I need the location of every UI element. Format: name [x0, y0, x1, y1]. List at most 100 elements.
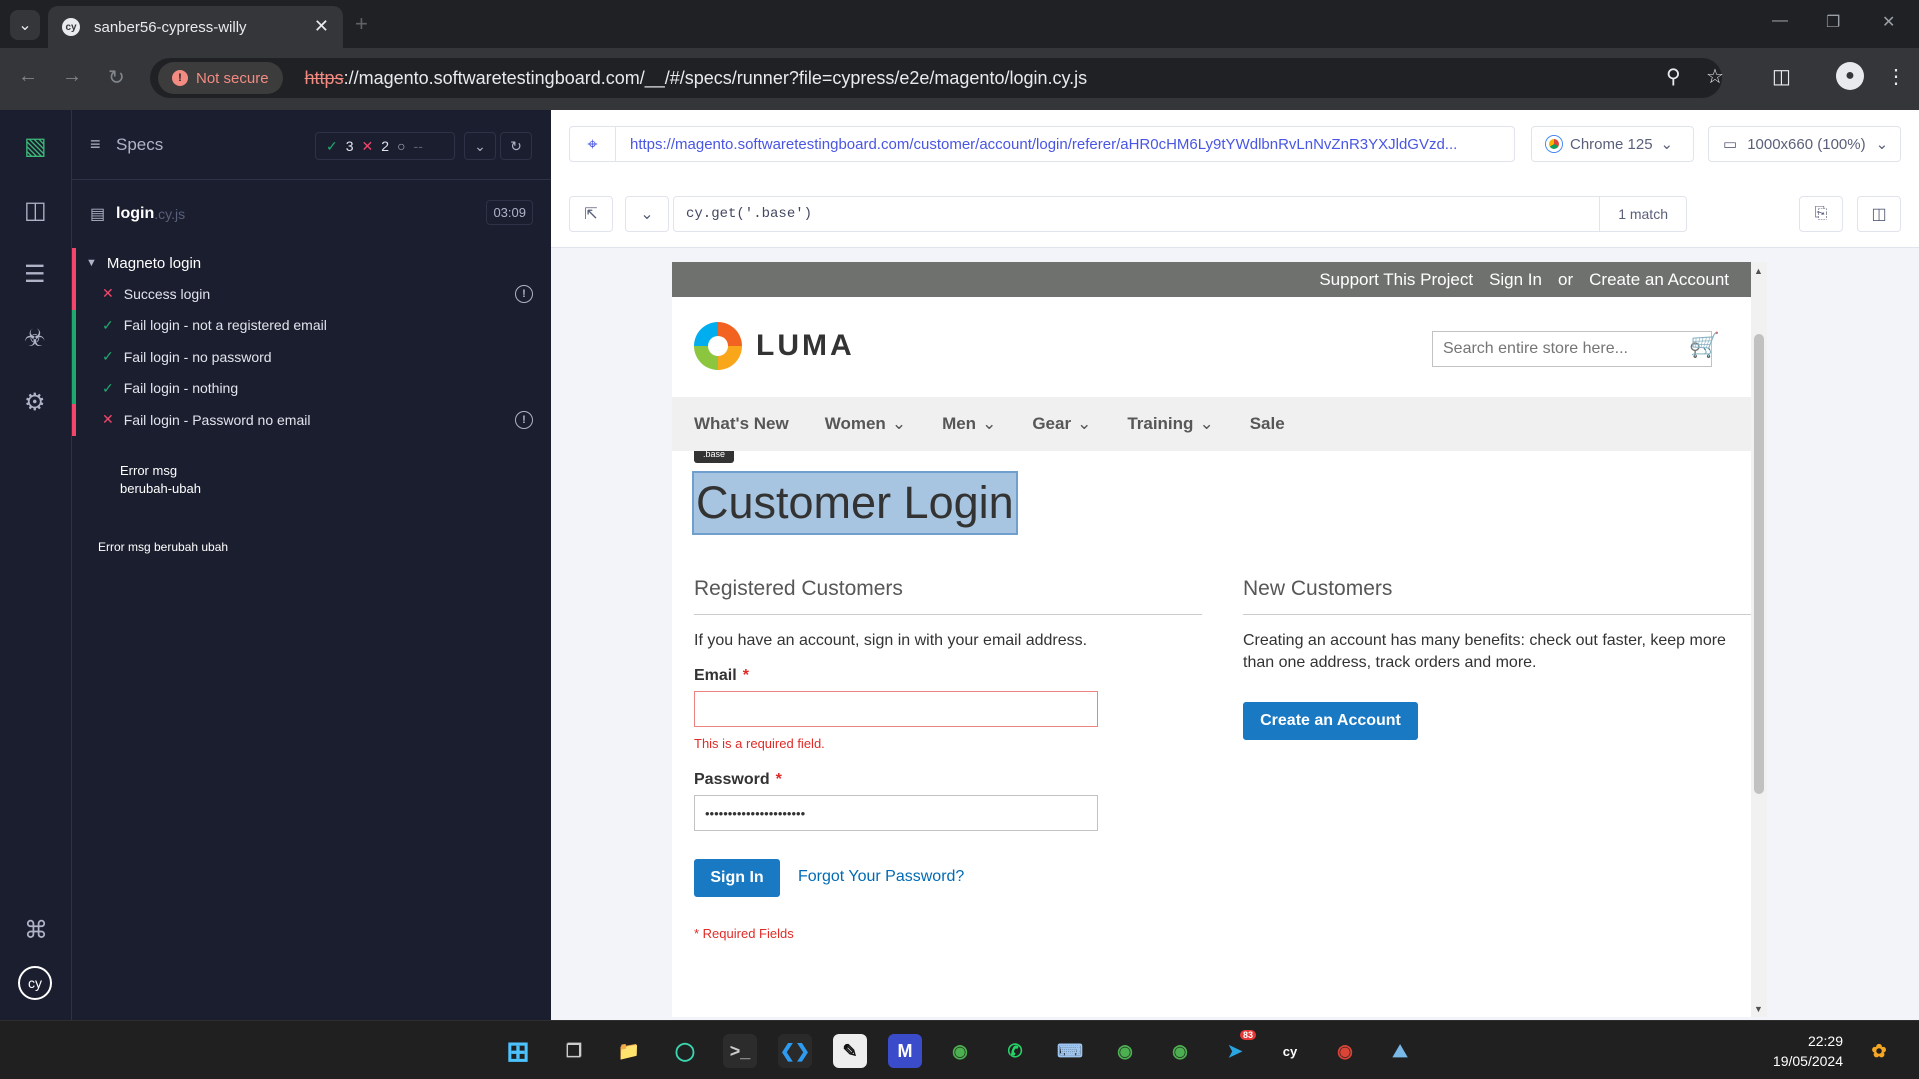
forward-icon[interactable]: →: [62, 65, 82, 88]
new-tab-button[interactable]: +: [355, 11, 368, 37]
create-account-button[interactable]: Create an Account: [1243, 702, 1418, 740]
selector-playground: ⇱ ⌄ cy.get('.base') 1 match ⎘ ◫: [569, 196, 1901, 232]
address-bar[interactable]: ! Not secure https://magento.softwaretes…: [150, 58, 1722, 98]
chrome-profile-icon[interactable]: ◉: [1163, 1034, 1197, 1068]
selector-picker-button[interactable]: ⇱: [569, 196, 613, 232]
browser-selector[interactable]: Chrome 125 ⌄: [1531, 126, 1694, 162]
test-row[interactable]: ✓ Fail login - not a registered email: [72, 309, 551, 341]
pending-icon: ○: [397, 138, 406, 154]
target-selector-icon[interactable]: ⌖: [570, 126, 616, 162]
settings-gear-icon[interactable]: ⚙: [24, 388, 46, 417]
tab-search-button[interactable]: ⌄: [10, 10, 40, 40]
nav-item-sale[interactable]: Sale: [1250, 414, 1285, 434]
chrome-profile-icon[interactable]: ◉: [943, 1034, 977, 1068]
math-app-icon[interactable]: M: [888, 1034, 922, 1068]
cart-icon[interactable]: 🛒: [1690, 331, 1720, 360]
reload-icon[interactable]: ↻: [108, 65, 125, 90]
luma-logo[interactable]: LUMA: [694, 322, 855, 370]
window-close-icon[interactable]: ✕: [1882, 12, 1895, 32]
collapse-all-button[interactable]: ⌄: [464, 132, 496, 160]
windows-start-icon[interactable]: ⊞: [501, 1034, 535, 1068]
copy-button[interactable]: ⎘: [1799, 196, 1843, 232]
notes-app-icon[interactable]: ✎: [833, 1034, 867, 1068]
cypress-app-icon[interactable]: cy: [1273, 1034, 1307, 1068]
chrome-profile-icon[interactable]: ◉: [1108, 1034, 1142, 1068]
search-placeholder: Search entire store here...: [1443, 340, 1628, 357]
file-explorer-icon[interactable]: 📁: [612, 1034, 646, 1068]
profile-avatar-icon[interactable]: ●: [1836, 62, 1864, 90]
error-info-icon[interactable]: !: [515, 284, 533, 303]
aut-url-bar[interactable]: ⌖ https://magento.softwaretestingboard.c…: [569, 126, 1515, 162]
aut-url-text[interactable]: https://magento.softwaretestingboard.com…: [616, 136, 1457, 153]
selector-input[interactable]: cy.get('.base') 1 match: [673, 196, 1687, 232]
selector-method-button[interactable]: ⌄: [625, 196, 669, 232]
test-row[interactable]: ✕ Fail login - Password no email !: [72, 404, 551, 436]
sign-in-button[interactable]: Sign In: [694, 859, 780, 897]
forgot-password-link[interactable]: Forgot Your Password?: [798, 868, 964, 886]
zoom-icon[interactable]: ⚲: [1666, 64, 1681, 89]
photos-app-icon[interactable]: ⛰: [1383, 1034, 1417, 1068]
menu-kebab-icon[interactable]: ⋮: [1886, 64, 1906, 89]
task-view-icon[interactable]: ❐: [557, 1034, 591, 1068]
keyboard-app-icon[interactable]: ⌨: [1053, 1034, 1087, 1068]
support-link[interactable]: Support This Project: [1319, 270, 1473, 290]
minimize-icon[interactable]: —: [1772, 12, 1788, 30]
cypress-logo-icon: cy: [18, 966, 52, 1000]
nav-item-women[interactable]: Women: [825, 414, 906, 434]
address-url[interactable]: https://magento.softwaretestingboard.com…: [305, 68, 1088, 89]
specs-title[interactable]: Specs: [116, 135, 163, 155]
pass-check-icon: ✓: [102, 379, 114, 396]
test-row[interactable]: ✓ Fail login - no password: [72, 341, 551, 373]
log-message: Error msg berubah ubah: [98, 540, 229, 554]
scroll-down-icon[interactable]: ▼: [1754, 1004, 1763, 1014]
debug-bug-icon[interactable]: ☣: [24, 324, 46, 353]
aut-scrollbar[interactable]: ▲ ▼: [1751, 262, 1767, 1017]
chrome-icon[interactable]: ◉: [1328, 1034, 1362, 1068]
edge-icon[interactable]: ◯: [668, 1034, 702, 1068]
fail-x-icon: ✕: [102, 285, 114, 302]
restore-icon[interactable]: ❐: [1826, 12, 1840, 32]
search-input[interactable]: Search entire store here... ⚲: [1432, 331, 1712, 367]
nav-item-men[interactable]: Men: [942, 414, 996, 434]
keyboard-shortcuts-icon[interactable]: ⌘: [24, 916, 48, 945]
spec-file-header[interactable]: ▤ login .cy.js 03:09: [72, 190, 551, 238]
scroll-up-icon[interactable]: ▲: [1754, 266, 1763, 276]
copilot-icon[interactable]: ✿: [1862, 1034, 1896, 1068]
required-marker: *: [775, 771, 782, 788]
password-field[interactable]: ••••••••••••••••••••••: [694, 795, 1098, 831]
browser-tab[interactable]: cy sanber56-cypress-willy ✕: [48, 6, 343, 48]
system-clock[interactable]: 22:29 19/05/2024: [1773, 1031, 1843, 1071]
whatsapp-icon[interactable]: ✆: [998, 1034, 1032, 1068]
failed-count: 2: [381, 138, 390, 154]
viewport-info[interactable]: ▭ 1000x660 (100%) ⌄: [1708, 126, 1901, 162]
telegram-icon[interactable]: ➤ 83: [1218, 1030, 1256, 1068]
extensions-icon[interactable]: ◫: [1772, 64, 1791, 89]
vscode-icon[interactable]: ❮❯: [778, 1034, 812, 1068]
specs-toggle-icon[interactable]: ≡: [90, 134, 101, 155]
nav-item-whats-new[interactable]: What's New: [694, 414, 789, 434]
nav-item-training[interactable]: Training: [1127, 414, 1213, 434]
scroll-thumb[interactable]: [1754, 334, 1764, 794]
error-info-icon[interactable]: !: [515, 410, 533, 429]
suite-row[interactable]: ▼ Magneto login: [72, 248, 551, 278]
selector-text: cy.get('.base'): [686, 206, 813, 222]
print-to-console-button[interactable]: ◫: [1857, 196, 1901, 232]
specs-list-icon[interactable]: ☰: [24, 260, 46, 289]
runs-icon[interactable]: ◫: [24, 196, 47, 225]
sign-in-link[interactable]: Sign In: [1489, 270, 1542, 290]
registered-intro: If you have an account, sign in with you…: [694, 632, 1088, 649]
test-row[interactable]: ✕ Success login !: [72, 278, 551, 310]
passed-count: 3: [345, 138, 354, 154]
close-tab-icon[interactable]: ✕: [314, 16, 329, 37]
rerun-button[interactable]: ↻: [500, 132, 532, 160]
create-account-link[interactable]: Create an Account: [1589, 270, 1729, 290]
security-chip[interactable]: ! Not secure: [158, 62, 283, 94]
project-icon[interactable]: ▧: [24, 132, 47, 161]
email-field[interactable]: [694, 691, 1098, 727]
divider: [694, 614, 1202, 615]
terminal-icon[interactable]: >_: [723, 1034, 757, 1068]
back-icon[interactable]: ←: [18, 65, 38, 88]
bookmark-star-icon[interactable]: ☆: [1706, 64, 1724, 89]
nav-item-gear[interactable]: Gear: [1032, 414, 1091, 434]
test-row[interactable]: ✓ Fail login - nothing: [72, 372, 551, 404]
